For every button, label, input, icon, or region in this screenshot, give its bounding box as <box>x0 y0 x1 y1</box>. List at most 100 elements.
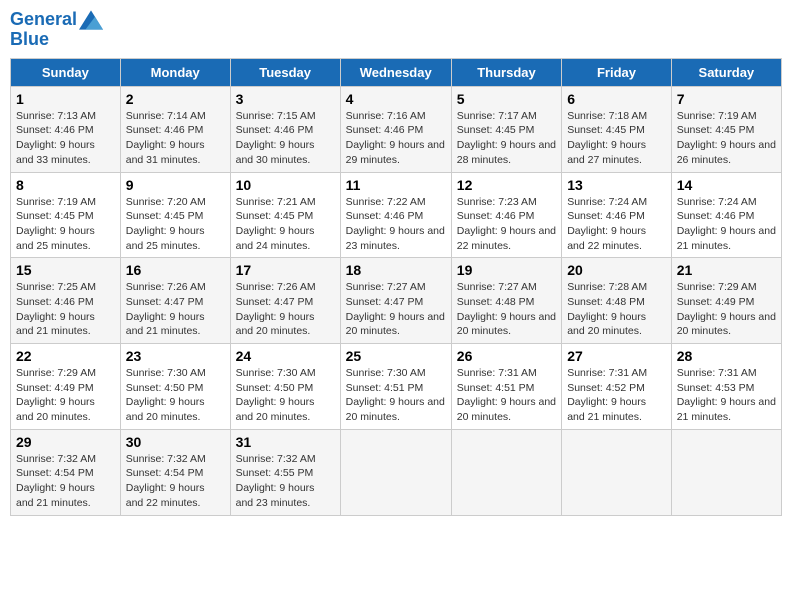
week-row-1: 1 Sunrise: 7:13 AM Sunset: 4:46 PM Dayli… <box>11 86 782 172</box>
day-number: 25 <box>346 348 446 364</box>
day-cell: 2 Sunrise: 7:14 AM Sunset: 4:46 PM Dayli… <box>120 86 230 172</box>
day-cell: 23 Sunrise: 7:30 AM Sunset: 4:50 PM Dayl… <box>120 344 230 430</box>
day-cell: 4 Sunrise: 7:16 AM Sunset: 4:46 PM Dayli… <box>340 86 451 172</box>
day-info: Sunrise: 7:26 AM Sunset: 4:47 PM Dayligh… <box>126 280 225 339</box>
day-number: 26 <box>457 348 556 364</box>
day-info: Sunrise: 7:31 AM Sunset: 4:52 PM Dayligh… <box>567 366 666 425</box>
day-info: Sunrise: 7:30 AM Sunset: 4:50 PM Dayligh… <box>126 366 225 425</box>
day-info: Sunrise: 7:28 AM Sunset: 4:48 PM Dayligh… <box>567 280 666 339</box>
day-info: Sunrise: 7:24 AM Sunset: 4:46 PM Dayligh… <box>567 195 666 254</box>
day-cell: 11 Sunrise: 7:22 AM Sunset: 4:46 PM Dayl… <box>340 172 451 258</box>
logo: General Blue <box>10 10 103 50</box>
day-info: Sunrise: 7:29 AM Sunset: 4:49 PM Dayligh… <box>677 280 776 339</box>
day-info: Sunrise: 7:15 AM Sunset: 4:46 PM Dayligh… <box>236 109 335 168</box>
day-cell: 8 Sunrise: 7:19 AM Sunset: 4:45 PM Dayli… <box>11 172 121 258</box>
day-cell: 18 Sunrise: 7:27 AM Sunset: 4:47 PM Dayl… <box>340 258 451 344</box>
day-number: 1 <box>16 91 115 107</box>
day-info: Sunrise: 7:31 AM Sunset: 4:53 PM Dayligh… <box>677 366 776 425</box>
day-cell: 29 Sunrise: 7:32 AM Sunset: 4:54 PM Dayl… <box>11 429 121 515</box>
day-cell: 24 Sunrise: 7:30 AM Sunset: 4:50 PM Dayl… <box>230 344 340 430</box>
day-number: 8 <box>16 177 115 193</box>
day-number: 3 <box>236 91 335 107</box>
day-info: Sunrise: 7:27 AM Sunset: 4:47 PM Dayligh… <box>346 280 446 339</box>
day-cell <box>562 429 672 515</box>
day-cell: 13 Sunrise: 7:24 AM Sunset: 4:46 PM Dayl… <box>562 172 672 258</box>
day-number: 21 <box>677 262 776 278</box>
calendar-table: SundayMondayTuesdayWednesdayThursdayFrid… <box>10 58 782 516</box>
day-info: Sunrise: 7:25 AM Sunset: 4:46 PM Dayligh… <box>16 280 115 339</box>
day-info: Sunrise: 7:23 AM Sunset: 4:46 PM Dayligh… <box>457 195 556 254</box>
logo-text: General <box>10 10 77 30</box>
day-cell: 31 Sunrise: 7:32 AM Sunset: 4:55 PM Dayl… <box>230 429 340 515</box>
day-cell <box>451 429 561 515</box>
day-cell: 14 Sunrise: 7:24 AM Sunset: 4:46 PM Dayl… <box>671 172 781 258</box>
day-number: 29 <box>16 434 115 450</box>
day-info: Sunrise: 7:19 AM Sunset: 4:45 PM Dayligh… <box>16 195 115 254</box>
day-number: 13 <box>567 177 666 193</box>
col-header-wednesday: Wednesday <box>340 58 451 86</box>
day-number: 23 <box>126 348 225 364</box>
day-cell: 15 Sunrise: 7:25 AM Sunset: 4:46 PM Dayl… <box>11 258 121 344</box>
day-cell: 6 Sunrise: 7:18 AM Sunset: 4:45 PM Dayli… <box>562 86 672 172</box>
day-number: 16 <box>126 262 225 278</box>
week-row-5: 29 Sunrise: 7:32 AM Sunset: 4:54 PM Dayl… <box>11 429 782 515</box>
day-info: Sunrise: 7:30 AM Sunset: 4:50 PM Dayligh… <box>236 366 335 425</box>
day-cell: 28 Sunrise: 7:31 AM Sunset: 4:53 PM Dayl… <box>671 344 781 430</box>
day-info: Sunrise: 7:32 AM Sunset: 4:54 PM Dayligh… <box>126 452 225 511</box>
day-cell: 10 Sunrise: 7:21 AM Sunset: 4:45 PM Dayl… <box>230 172 340 258</box>
day-number: 27 <box>567 348 666 364</box>
day-info: Sunrise: 7:24 AM Sunset: 4:46 PM Dayligh… <box>677 195 776 254</box>
day-number: 30 <box>126 434 225 450</box>
col-header-thursday: Thursday <box>451 58 561 86</box>
col-header-tuesday: Tuesday <box>230 58 340 86</box>
day-number: 24 <box>236 348 335 364</box>
day-info: Sunrise: 7:17 AM Sunset: 4:45 PM Dayligh… <box>457 109 556 168</box>
week-row-3: 15 Sunrise: 7:25 AM Sunset: 4:46 PM Dayl… <box>11 258 782 344</box>
day-cell <box>340 429 451 515</box>
logo-subtext: Blue <box>10 30 103 50</box>
day-info: Sunrise: 7:13 AM Sunset: 4:46 PM Dayligh… <box>16 109 115 168</box>
day-info: Sunrise: 7:16 AM Sunset: 4:46 PM Dayligh… <box>346 109 446 168</box>
day-number: 2 <box>126 91 225 107</box>
day-number: 11 <box>346 177 446 193</box>
day-cell: 27 Sunrise: 7:31 AM Sunset: 4:52 PM Dayl… <box>562 344 672 430</box>
day-info: Sunrise: 7:31 AM Sunset: 4:51 PM Dayligh… <box>457 366 556 425</box>
col-header-sunday: Sunday <box>11 58 121 86</box>
week-row-2: 8 Sunrise: 7:19 AM Sunset: 4:45 PM Dayli… <box>11 172 782 258</box>
day-cell: 5 Sunrise: 7:17 AM Sunset: 4:45 PM Dayli… <box>451 86 561 172</box>
logo-icon <box>79 10 103 30</box>
day-info: Sunrise: 7:14 AM Sunset: 4:46 PM Dayligh… <box>126 109 225 168</box>
day-cell: 19 Sunrise: 7:27 AM Sunset: 4:48 PM Dayl… <box>451 258 561 344</box>
day-info: Sunrise: 7:19 AM Sunset: 4:45 PM Dayligh… <box>677 109 776 168</box>
day-cell: 17 Sunrise: 7:26 AM Sunset: 4:47 PM Dayl… <box>230 258 340 344</box>
day-info: Sunrise: 7:26 AM Sunset: 4:47 PM Dayligh… <box>236 280 335 339</box>
day-number: 10 <box>236 177 335 193</box>
day-number: 4 <box>346 91 446 107</box>
header: General Blue <box>10 10 782 50</box>
day-info: Sunrise: 7:27 AM Sunset: 4:48 PM Dayligh… <box>457 280 556 339</box>
day-number: 19 <box>457 262 556 278</box>
day-cell: 16 Sunrise: 7:26 AM Sunset: 4:47 PM Dayl… <box>120 258 230 344</box>
day-number: 12 <box>457 177 556 193</box>
day-number: 6 <box>567 91 666 107</box>
day-cell <box>671 429 781 515</box>
day-info: Sunrise: 7:20 AM Sunset: 4:45 PM Dayligh… <box>126 195 225 254</box>
day-cell: 3 Sunrise: 7:15 AM Sunset: 4:46 PM Dayli… <box>230 86 340 172</box>
day-cell: 30 Sunrise: 7:32 AM Sunset: 4:54 PM Dayl… <box>120 429 230 515</box>
day-number: 17 <box>236 262 335 278</box>
week-row-4: 22 Sunrise: 7:29 AM Sunset: 4:49 PM Dayl… <box>11 344 782 430</box>
day-info: Sunrise: 7:32 AM Sunset: 4:55 PM Dayligh… <box>236 452 335 511</box>
day-cell: 1 Sunrise: 7:13 AM Sunset: 4:46 PM Dayli… <box>11 86 121 172</box>
day-number: 7 <box>677 91 776 107</box>
day-number: 28 <box>677 348 776 364</box>
day-info: Sunrise: 7:22 AM Sunset: 4:46 PM Dayligh… <box>346 195 446 254</box>
day-cell: 21 Sunrise: 7:29 AM Sunset: 4:49 PM Dayl… <box>671 258 781 344</box>
col-header-monday: Monday <box>120 58 230 86</box>
day-number: 14 <box>677 177 776 193</box>
day-number: 31 <box>236 434 335 450</box>
day-info: Sunrise: 7:32 AM Sunset: 4:54 PM Dayligh… <box>16 452 115 511</box>
day-cell: 26 Sunrise: 7:31 AM Sunset: 4:51 PM Dayl… <box>451 344 561 430</box>
day-cell: 12 Sunrise: 7:23 AM Sunset: 4:46 PM Dayl… <box>451 172 561 258</box>
day-number: 15 <box>16 262 115 278</box>
day-number: 20 <box>567 262 666 278</box>
